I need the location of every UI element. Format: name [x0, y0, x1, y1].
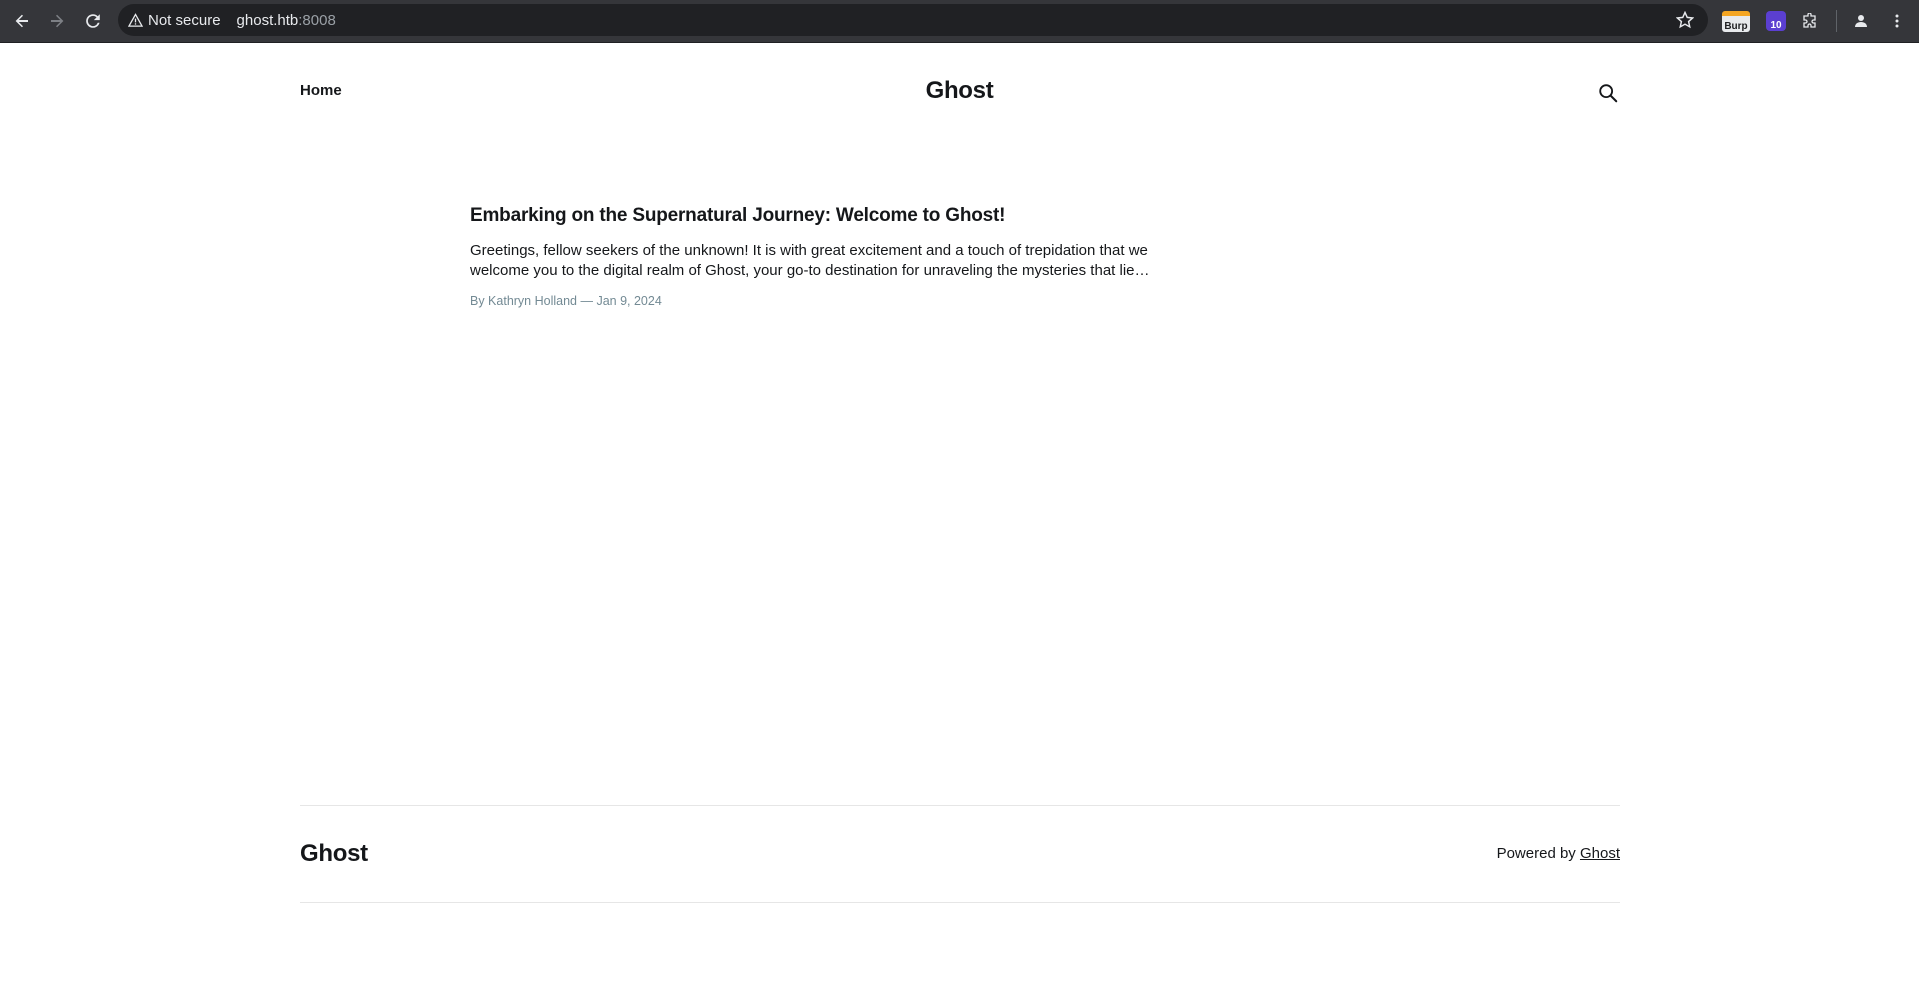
- security-indicator[interactable]: Not secure: [128, 12, 221, 29]
- powered-by: Powered by Ghost: [1497, 845, 1620, 862]
- burp-extension[interactable]: Burp: [1722, 8, 1750, 34]
- profile-icon: [1855, 15, 1867, 27]
- warning-icon: [128, 12, 143, 27]
- browser-toolbar: Not secure ghost.htb:8008 Burp 10: [0, 0, 1919, 43]
- forward-arrow-icon: [51, 14, 64, 28]
- burp-extension-icon: Burp: [1722, 10, 1750, 32]
- puzzle-icon: [1803, 13, 1816, 28]
- post-meta: By Kathryn Holland — Jan 9, 2024: [470, 294, 662, 308]
- browser-menu-button[interactable]: [1885, 9, 1909, 33]
- address-bar[interactable]: Not secure ghost.htb:8008: [118, 4, 1708, 36]
- security-label: Not secure: [148, 11, 221, 29]
- post-excerpt: Greetings, fellow seekers of the unknown…: [470, 242, 1150, 279]
- powered-by-ghost-link[interactable]: Ghost: [1580, 845, 1620, 862]
- star-icon[interactable]: [1676, 11, 1694, 29]
- site-footer: Ghost Powered by Ghost: [300, 805, 1620, 903]
- reload-button[interactable]: [81, 9, 105, 33]
- profile-button[interactable]: [1849, 9, 1873, 33]
- url-host: ghost.htb: [236, 11, 299, 29]
- extension-badge[interactable]: 10: [1766, 8, 1786, 34]
- badge-count: 10: [1766, 11, 1786, 31]
- url-text[interactable]: ghost.htb:8008: [237, 12, 336, 29]
- site-header: Home Ghost: [0, 42, 1919, 142]
- powered-by-prefix: Powered by: [1496, 845, 1580, 862]
- reload-icon: [86, 14, 100, 28]
- url-port: :8008: [298, 11, 336, 29]
- toolbar-divider: [1836, 10, 1837, 32]
- back-button[interactable]: [10, 9, 34, 33]
- forward-button[interactable]: [45, 9, 69, 33]
- post-title[interactable]: Embarking on the Supernatural Journey: W…: [470, 205, 1190, 227]
- kebab-menu-icon: [1895, 14, 1899, 28]
- footer-site-title[interactable]: Ghost: [300, 840, 368, 868]
- extensions-button[interactable]: [1798, 9, 1822, 33]
- back-arrow-icon: [15, 14, 28, 28]
- site-title[interactable]: Ghost: [0, 77, 1919, 105]
- post-card[interactable]: Embarking on the Supernatural Journey: W…: [470, 205, 1190, 308]
- search-icon[interactable]: [1597, 82, 1619, 104]
